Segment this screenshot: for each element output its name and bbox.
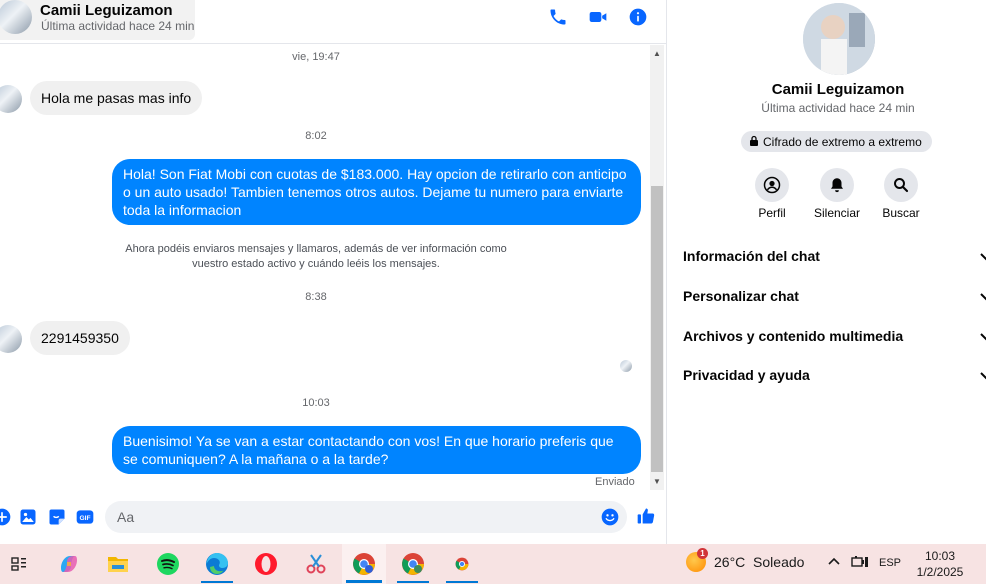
lock-icon [749, 135, 759, 149]
timestamp: 10:03 [302, 397, 330, 409]
clock-time: 10:03 [924, 549, 956, 563]
profile-avatar[interactable] [803, 3, 875, 75]
bell-icon[interactable] [820, 168, 854, 202]
sender-avatar[interactable] [0, 85, 22, 113]
encryption-badge[interactable]: Cifrado de extremo a extremo [741, 131, 932, 152]
message-input[interactable] [105, 501, 627, 533]
outgoing-message[interactable]: Buenisimo! Ya se van a estar contactando… [112, 426, 641, 474]
chrome-small-icon[interactable] [440, 544, 484, 584]
task-view-icon[interactable] [0, 544, 41, 584]
section-chat-info[interactable]: Información del chat [683, 241, 986, 271]
sticker-icon[interactable] [47, 507, 67, 527]
timestamp: vie, 19:47 [292, 51, 340, 63]
message-list[interactable]: vie, 19:47 Hola me pasas mas info 8:02 H… [0, 45, 650, 490]
copilot-icon[interactable] [47, 544, 91, 584]
file-explorer-icon[interactable] [96, 544, 140, 584]
scrollbar-thumb[interactable] [651, 186, 663, 472]
chrome-icon[interactable] [342, 544, 386, 584]
image-icon[interactable] [18, 507, 38, 527]
weather-widget[interactable]: 1 26°C Soleado [686, 548, 805, 572]
chevron-down-icon [979, 329, 986, 343]
chrome-profile-icon[interactable] [391, 544, 435, 584]
profile-status: Última actividad hace 24 min [761, 101, 915, 115]
snipping-tool-icon[interactable] [294, 544, 338, 584]
contact-header[interactable]: Camii Leguizamon Última actividad hace 2… [0, 0, 195, 40]
chat-info-panel: Camii Leguizamon Última actividad hace 2… [666, 0, 986, 544]
gif-icon[interactable]: GIF [75, 507, 95, 527]
profile-label: Perfil [758, 206, 786, 220]
profile-name: Camii Leguizamon [771, 81, 905, 98]
seen-avatar [620, 360, 632, 372]
chevron-down-icon [979, 368, 986, 382]
chat-pane: Camii Leguizamon Última actividad hace 2… [0, 0, 666, 544]
chat-header: Camii Leguizamon Última actividad hace 2… [0, 0, 666, 44]
search-icon[interactable] [884, 168, 918, 202]
spotify-icon[interactable] [146, 544, 190, 584]
scroll-down-arrow-icon[interactable]: ▼ [650, 474, 664, 488]
search-label: Buscar [882, 206, 920, 220]
messenger-window: Camii Leguizamon Última actividad hace 2… [0, 0, 986, 584]
chevron-down-icon [979, 289, 986, 303]
weather-text: 26°C Soleado [714, 554, 805, 570]
edge-icon[interactable] [195, 544, 239, 584]
phone-icon[interactable] [547, 6, 569, 28]
language-indicator[interactable]: ESP [879, 557, 901, 569]
network-icon[interactable] [851, 555, 869, 572]
composer: GIF [0, 496, 666, 540]
clock-date: 1/2/2025 [916, 565, 964, 579]
section-label: Archivos y contenido multimedia [683, 328, 904, 344]
section-customize-chat[interactable]: Personalizar chat [683, 281, 986, 311]
encryption-label: Cifrado de extremo a extremo [763, 134, 922, 149]
system-clock[interactable]: 10:03 1/2/2025 [912, 548, 968, 580]
section-label: Personalizar chat [683, 288, 799, 304]
mute-label: Silenciar [813, 206, 861, 220]
opera-icon[interactable] [244, 544, 288, 584]
contact-avatar[interactable] [0, 0, 32, 34]
outgoing-message[interactable]: Hola! Son Fiat Mobi con cuotas de $183.0… [112, 159, 641, 225]
search-action[interactable]: Buscar [866, 168, 936, 220]
sender-avatar[interactable] [0, 325, 22, 353]
incoming-message[interactable]: Hola me pasas mas info [30, 81, 203, 115]
sun-icon: 1 [686, 548, 708, 572]
chevron-down-icon [979, 249, 986, 263]
contact-status: Última actividad hace 24 min [41, 19, 195, 33]
section-label: Privacidad y ayuda [683, 367, 810, 383]
mute-action[interactable]: Silenciar [802, 168, 872, 220]
chevron-up-icon[interactable] [827, 555, 841, 570]
timestamp: 8:38 [305, 291, 327, 303]
section-label: Información del chat [683, 248, 820, 264]
section-privacy[interactable]: Privacidad y ayuda [683, 360, 986, 390]
like-icon[interactable] [636, 506, 656, 526]
section-media[interactable]: Archivos y contenido multimedia [683, 321, 986, 351]
add-icon[interactable] [0, 507, 12, 527]
encryption-notice: Ahora podéis enviaros mensajes y llamaro… [125, 243, 507, 270]
incoming-message[interactable]: 2291459350 [30, 321, 130, 355]
scroll-up-arrow-icon[interactable]: ▲ [650, 46, 664, 60]
emoji-icon[interactable] [600, 507, 620, 527]
user-circle-icon[interactable] [755, 168, 789, 202]
sent-status: Enviado [595, 476, 635, 488]
profile-action[interactable]: Perfil [737, 168, 807, 220]
info-icon[interactable] [627, 6, 649, 28]
svg-text:GIF: GIF [79, 515, 90, 522]
timestamp: 8:02 [305, 130, 327, 142]
taskbar: 1 26°C Soleado ESP 10:03 1/2/2025 [0, 544, 986, 584]
contact-name[interactable]: Camii Leguizamon [40, 2, 173, 19]
notification-badge: 1 [697, 548, 708, 559]
video-camera-icon[interactable] [587, 6, 609, 28]
